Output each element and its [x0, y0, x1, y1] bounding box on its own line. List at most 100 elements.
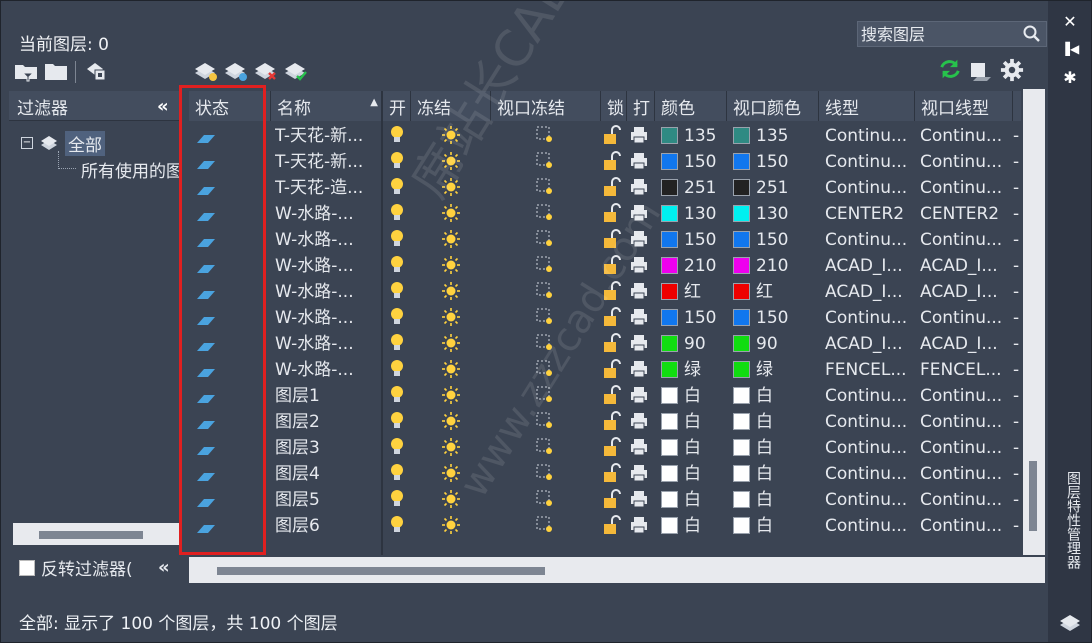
layer-color[interactable]: 白	[661, 383, 727, 409]
layer-on-toggle[interactable]	[389, 305, 411, 331]
layer-vp-freeze-toggle[interactable]	[535, 149, 561, 175]
layer-lock-toggle[interactable]	[603, 383, 625, 409]
layer-vp-freeze-toggle[interactable]	[535, 279, 561, 305]
layer-color[interactable]: 90	[661, 331, 727, 357]
layer-on-toggle[interactable]	[389, 409, 411, 435]
layer-vp-freeze-toggle[interactable]	[535, 253, 561, 279]
layer-color[interactable]: 150	[661, 149, 727, 175]
horizontal-scrollbar[interactable]	[189, 557, 1045, 583]
layer-plot-toggle[interactable]	[629, 461, 653, 487]
layer-freeze-toggle[interactable]	[441, 461, 467, 487]
layer-vp-color[interactable]: 白	[733, 383, 817, 409]
layer-translator-icon[interactable]	[967, 59, 993, 83]
layer-vp-color[interactable]: 白	[733, 435, 817, 461]
layer-color[interactable]: 130	[661, 201, 727, 227]
layer-freeze-toggle[interactable]	[441, 513, 467, 539]
layer-color[interactable]: 白	[661, 461, 727, 487]
layer-row[interactable]: 图层5 白白 Continu... Continu... -	[189, 487, 1021, 513]
search-icon[interactable]	[1022, 24, 1042, 44]
layer-linetype[interactable]: Continu...	[825, 227, 915, 253]
layer-vp-freeze-toggle[interactable]	[535, 175, 561, 201]
col-header-plot[interactable]: 打	[627, 91, 655, 121]
col-header-vp-color[interactable]: 视口颜色	[727, 91, 819, 121]
layer-freeze-toggle[interactable]	[441, 305, 467, 331]
layer-plot-toggle[interactable]	[629, 253, 653, 279]
col-header-lock[interactable]: 锁	[601, 91, 627, 121]
layer-row[interactable]: W-水路-... 150 150 Continu... Continu... -	[189, 305, 1021, 331]
layer-freeze-toggle[interactable]	[441, 149, 467, 175]
layer-plot-toggle[interactable]	[629, 435, 653, 461]
layer-freeze-toggle[interactable]	[441, 201, 467, 227]
new-layer-icon[interactable]	[193, 59, 219, 83]
col-header-more[interactable]	[1013, 91, 1021, 121]
layer-plot-toggle[interactable]	[629, 331, 653, 357]
layer-vp-color[interactable]: 白	[733, 513, 817, 539]
layer-linetype[interactable]: CENTER2	[825, 201, 915, 227]
layer-freeze-toggle[interactable]	[441, 227, 467, 253]
layer-vp-linetype[interactable]: ACAD_I...	[920, 331, 1010, 357]
layer-plot-toggle[interactable]	[629, 409, 653, 435]
filter-tree-used-layers[interactable]: 所有使用的图层	[77, 157, 181, 182]
layer-vp-color[interactable]: 150	[733, 227, 817, 253]
layer-vp-linetype[interactable]: Continu...	[920, 227, 1010, 253]
layer-freeze-toggle[interactable]	[441, 383, 467, 409]
layer-color[interactable]: 红	[661, 279, 727, 305]
layer-row[interactable]: W-水路-... 150 150 Continu... Continu... -	[189, 227, 1021, 253]
layer-vp-linetype[interactable]: Continu...	[920, 123, 1010, 149]
layer-vp-color[interactable]: 白	[733, 409, 817, 435]
layer-lock-toggle[interactable]	[603, 487, 625, 513]
layer-freeze-toggle[interactable]	[441, 435, 467, 461]
col-header-on[interactable]: 开	[383, 91, 411, 121]
layer-plot-toggle[interactable]	[629, 175, 653, 201]
layer-plot-toggle[interactable]	[629, 227, 653, 253]
layer-row[interactable]: 图层1 白白 Continu... Continu... -	[189, 383, 1021, 409]
layer-name[interactable]: 图层4	[275, 461, 381, 487]
layer-on-toggle[interactable]	[389, 175, 411, 201]
layer-vp-freeze-toggle[interactable]	[535, 409, 561, 435]
layer-vp-freeze-toggle[interactable]	[535, 123, 561, 149]
layer-linetype[interactable]: Continu...	[825, 435, 915, 461]
layer-lock-toggle[interactable]	[603, 123, 625, 149]
layer-name[interactable]: W-水路-...	[275, 227, 381, 253]
layer-lock-toggle[interactable]	[603, 305, 625, 331]
layer-name[interactable]: W-水路-...	[275, 253, 381, 279]
layer-name[interactable]: 图层1	[275, 383, 381, 409]
layer-linetype[interactable]: ACAD_I...	[825, 331, 915, 357]
layer-vp-color[interactable]: 白	[733, 487, 817, 513]
layer-plot-toggle[interactable]	[629, 487, 653, 513]
layer-on-toggle[interactable]	[389, 331, 411, 357]
layer-freeze-toggle[interactable]	[441, 253, 467, 279]
layer-row[interactable]: W-水路-... 210 210 ACAD_I... ACAD_I... -	[189, 253, 1021, 279]
layer-on-toggle[interactable]	[389, 227, 411, 253]
layer-row[interactable]: W-水路-... 红红 ACAD_I... ACAD_I... -	[189, 279, 1021, 305]
layer-lock-toggle[interactable]	[603, 149, 625, 175]
layer-linetype[interactable]: Continu...	[825, 123, 915, 149]
col-header-name[interactable]: 名称 ▲	[271, 91, 383, 121]
layer-vp-freeze-toggle[interactable]	[535, 357, 561, 383]
layer-freeze-toggle[interactable]	[441, 409, 467, 435]
layer-vp-freeze-toggle[interactable]	[535, 461, 561, 487]
layer-lock-toggle[interactable]	[603, 331, 625, 357]
layer-plot-toggle[interactable]	[629, 357, 653, 383]
col-header-color[interactable]: 颜色	[655, 91, 727, 121]
layer-color[interactable]: 白	[661, 409, 727, 435]
layer-name[interactable]: T-天花-新...	[275, 149, 381, 175]
layer-vp-color[interactable]: 135	[733, 123, 817, 149]
layer-name[interactable]: 图层3	[275, 435, 381, 461]
layer-plot-toggle[interactable]	[629, 123, 653, 149]
layer-name[interactable]: W-水路-...	[275, 357, 381, 383]
layer-linetype[interactable]: Continu...	[825, 383, 915, 409]
layer-lock-toggle[interactable]	[603, 279, 625, 305]
layer-lock-toggle[interactable]	[603, 435, 625, 461]
layer-freeze-toggle[interactable]	[441, 331, 467, 357]
layer-vp-linetype[interactable]: Continu...	[920, 383, 1010, 409]
layer-name[interactable]: W-水路-...	[275, 305, 381, 331]
search-box[interactable]	[857, 21, 1047, 47]
filter-horizontal-scrollbar[interactable]	[13, 523, 181, 545]
layer-name[interactable]: W-水路-...	[275, 201, 381, 227]
layer-color[interactable]: 251	[661, 175, 727, 201]
layer-on-toggle[interactable]	[389, 383, 411, 409]
layer-on-toggle[interactable]	[389, 513, 411, 539]
layer-vp-color[interactable]: 绿	[733, 357, 817, 383]
layer-linetype[interactable]: ACAD_I...	[825, 253, 915, 279]
